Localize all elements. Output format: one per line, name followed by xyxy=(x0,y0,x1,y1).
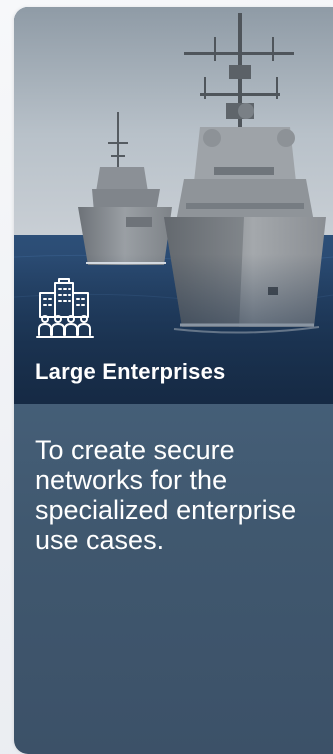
card-description: To create secure networks for the specia… xyxy=(35,435,297,555)
card-title: Large Enterprises xyxy=(35,359,226,384)
use-case-card[interactable]: Large Enterprises To create secure netwo… xyxy=(14,7,333,754)
hero-image: Large Enterprises xyxy=(14,7,333,404)
enterprise-building-people-icon xyxy=(36,278,94,338)
page: Large Enterprises To create secure netwo… xyxy=(0,0,333,754)
